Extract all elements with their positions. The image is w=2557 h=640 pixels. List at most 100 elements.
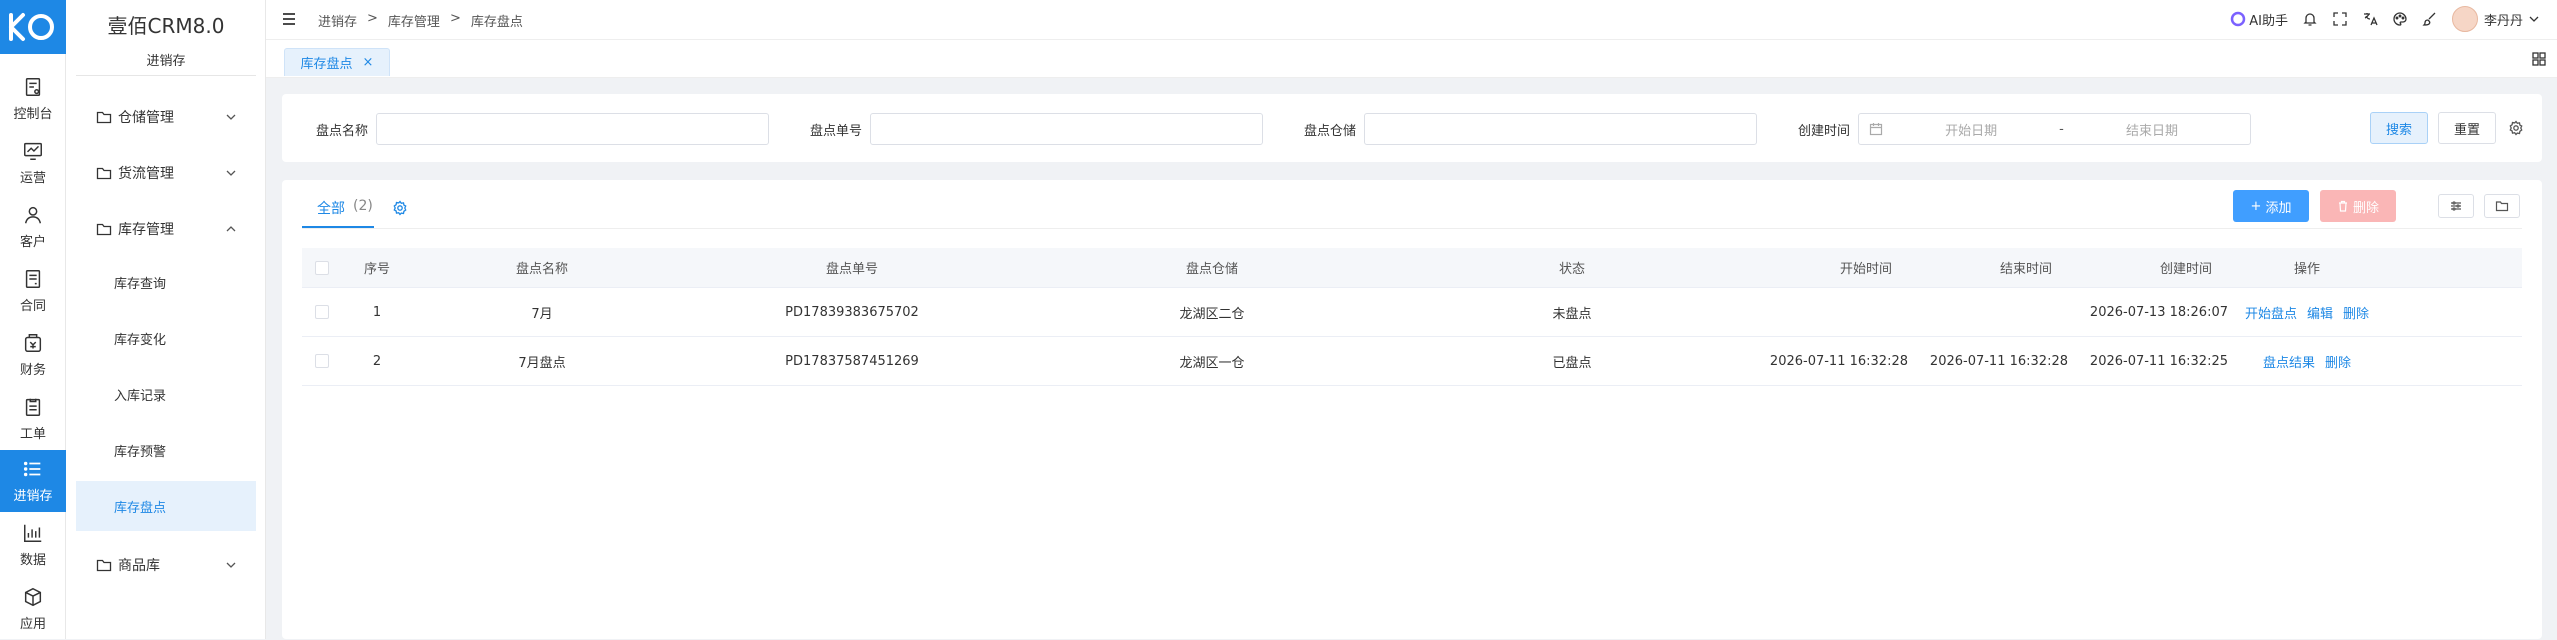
check-name-input[interactable]	[376, 113, 770, 145]
sidebar-group-products[interactable]: 商品库	[96, 550, 256, 580]
user-name: 李丹丹	[2483, 13, 2523, 29]
fullscreen-icon[interactable]	[2332, 11, 2348, 27]
rail-item-label: 进销存	[13, 489, 53, 504]
sidebar-group-stock[interactable]: 库存管理	[96, 214, 256, 244]
finance-icon	[24, 334, 42, 352]
cell-name: 7月盘点	[518, 355, 566, 371]
row-checkbox[interactable]	[315, 305, 329, 319]
delete-link[interactable]: 删除	[2325, 352, 2351, 371]
tab-stock-check[interactable]: 库存盘点 ×	[284, 48, 390, 76]
tab-all[interactable]: 全部 (2)	[317, 198, 373, 218]
app-title: 壹佰CRM8.0	[107, 14, 225, 38]
sidebar-item-inbound-record[interactable]: 入库记录	[76, 369, 256, 419]
sidebar-group-label: 仓储管理	[118, 110, 174, 126]
logo-icon	[9, 13, 54, 41]
breadcrumb-item[interactable]: 库存管理	[388, 11, 440, 30]
add-button[interactable]: + 添加	[2233, 190, 2309, 222]
tab-all-label: 全部	[317, 201, 345, 217]
column-header: 盘点名称	[515, 262, 568, 277]
rail-item-operations[interactable]: 运营	[0, 132, 66, 194]
chevron-down-icon	[226, 170, 236, 176]
list-icon	[23, 461, 41, 477]
dashboard-icon	[25, 78, 41, 96]
sidebar-item-stock-change[interactable]: 库存变化	[76, 313, 256, 363]
contract-icon	[25, 270, 41, 288]
filter-columns-button[interactable]	[2438, 194, 2474, 218]
filter-label: 盘点仓储	[1304, 123, 1357, 139]
rail-item-inventory[interactable]: 进销存	[0, 450, 66, 512]
cell-created: 2026-07-13 18:26:07	[2089, 304, 2228, 320]
ai-icon	[2231, 11, 2246, 27]
reset-button[interactable]: 重置	[2438, 112, 2496, 144]
filter-warehouse: 盘点仓储	[1304, 112, 1758, 146]
brush-icon[interactable]	[2422, 11, 2438, 27]
chevron-up-icon	[226, 226, 236, 232]
chevron-down-icon	[226, 562, 236, 568]
folder-icon	[2495, 201, 2509, 212]
start-date-input[interactable]: 开始日期	[1883, 120, 2059, 139]
cell-code: PD17839383675702	[785, 304, 919, 320]
header-actions: AI助手 李丹丹	[2230, 6, 2539, 32]
cell-end: 2026-07-11 16:32:28	[1929, 353, 2068, 369]
date-range-picker[interactable]: 开始日期 - 结束日期	[1858, 113, 2252, 145]
translate-icon[interactable]	[2362, 11, 2378, 27]
row-select-cell	[302, 288, 342, 336]
select-all-cell	[302, 248, 342, 287]
sidebar-item-stock-alert[interactable]: 库存预警	[76, 425, 256, 475]
app-logo[interactable]	[0, 0, 66, 54]
avatar	[2451, 6, 2478, 32]
check-result-link[interactable]: 盘点结果	[2263, 352, 2315, 371]
sidebar-item-stock-check[interactable]: 库存盘点	[76, 481, 256, 531]
cell-no: 1	[372, 304, 382, 320]
add-button-label: 添加	[2265, 200, 2292, 216]
grid-icon[interactable]	[2531, 51, 2547, 67]
cell-warehouse: 龙湖区二仓	[1179, 306, 1245, 322]
rail-item-label: 合同	[19, 299, 46, 314]
rail-item-contract[interactable]: 合同	[0, 260, 66, 322]
warehouse-input[interactable]	[1364, 113, 1758, 145]
sidebar-group-logistics[interactable]: 货流管理	[96, 158, 256, 188]
filter-panel: 盘点名称 盘点单号 盘点仓储 创建时间 开始日期 - 结束日期 搜索 重置	[282, 94, 2542, 162]
sidebar-group-warehouse[interactable]: 仓储管理	[96, 102, 256, 132]
palette-icon[interactable]	[2392, 11, 2408, 27]
edit-link[interactable]: 编辑	[2307, 303, 2333, 322]
settings-icon[interactable]	[2508, 120, 2524, 136]
rail-item-ticket[interactable]: 工单	[0, 388, 66, 450]
column-header: 状态	[1558, 262, 1585, 277]
rail-item-dashboard[interactable]: 控制台	[0, 68, 66, 130]
rail-item-customers[interactable]: 客户	[0, 196, 66, 258]
delete-link[interactable]: 删除	[2343, 303, 2369, 322]
filter-code: 盘点单号	[810, 112, 1264, 146]
select-all-checkbox[interactable]	[315, 260, 329, 275]
bell-icon[interactable]	[2302, 11, 2318, 27]
tab-settings-icon[interactable]	[392, 200, 408, 216]
table-header: 序号 盘点名称 盘点单号 盘点仓储 状态 开始时间 结束时间 创建时间 操作	[302, 248, 2522, 288]
end-date-input[interactable]: 结束日期	[2064, 120, 2240, 139]
rail-item-data[interactable]: 数据	[0, 514, 66, 576]
rail-item-finance[interactable]: 财务	[0, 324, 66, 386]
check-code-input[interactable]	[870, 113, 1264, 145]
delete-button[interactable]: 删除	[2320, 190, 2396, 222]
cell-name: 7月	[531, 306, 553, 322]
rail-item-apps[interactable]: 应用	[0, 578, 66, 640]
user-menu[interactable]: 李丹丹	[2451, 6, 2539, 32]
start-check-link[interactable]: 开始盘点	[2245, 303, 2297, 322]
calendar-icon	[1869, 123, 1883, 136]
menu-toggle-icon[interactable]	[280, 10, 298, 28]
export-button[interactable]	[2484, 194, 2520, 218]
breadcrumb: 进销存 > 库存管理 > 库存盘点	[318, 11, 523, 30]
sidebar-item-stock-query[interactable]: 库存查询	[76, 257, 256, 307]
page-tabs-bar: 库存盘点 ×	[266, 40, 2557, 78]
search-button[interactable]: 搜索	[2370, 112, 2428, 144]
ai-assistant-button[interactable]: AI助手	[2230, 10, 2288, 29]
list-panel: 全部 (2) + 添加 删除 序号 盘点名称 盘点单号 盘点仓储 状态 开始时间…	[282, 180, 2542, 639]
table-row: 1 7月 PD17839383675702 龙湖区二仓 未盘点 2026-07-…	[302, 288, 2522, 337]
rail-item-label: 工单	[19, 427, 46, 442]
filter-label: 盘点名称	[316, 123, 369, 139]
user-icon	[24, 206, 42, 224]
breadcrumb-separator: >	[449, 11, 461, 26]
breadcrumb-item[interactable]: 进销存	[318, 11, 357, 30]
cell-actions: 盘点结果 删除	[2232, 337, 2382, 385]
tab-close-icon[interactable]: ×	[363, 55, 374, 70]
row-checkbox[interactable]	[315, 354, 329, 368]
